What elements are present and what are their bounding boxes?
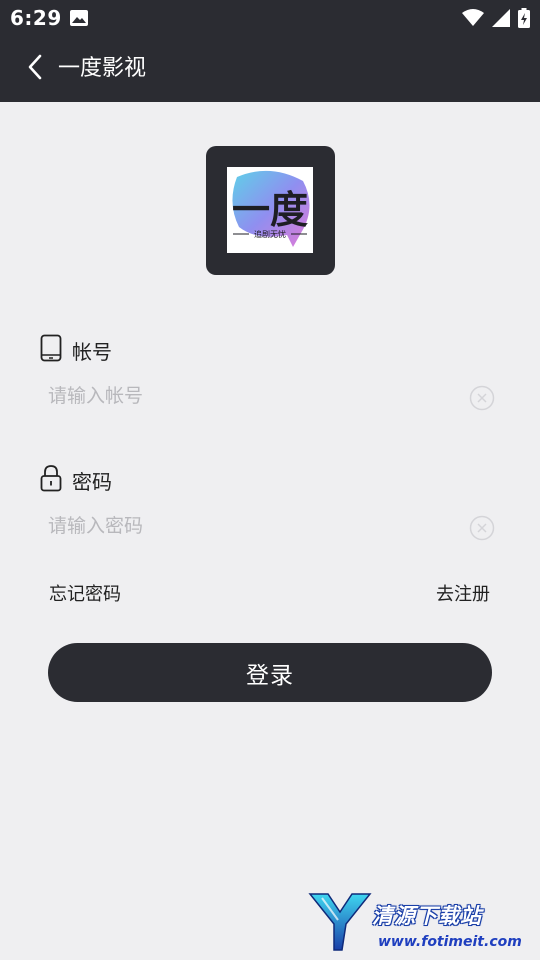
account-input[interactable] xyxy=(48,378,468,414)
status-time: 6:29 xyxy=(10,6,62,30)
phone-icon xyxy=(40,334,62,367)
signal-icon xyxy=(492,9,510,31)
logo-main-text: 一度 xyxy=(232,188,308,232)
logo-sub-text: 追剧无忧 xyxy=(254,229,286,239)
battery-icon xyxy=(518,8,530,32)
account-label-row: 帐号 xyxy=(40,334,112,367)
login-button[interactable]: 登录 xyxy=(48,643,492,702)
watermark-logo-icon xyxy=(308,890,372,956)
password-label: 密码 xyxy=(72,470,112,494)
app-logo: 一度 追剧无忧 xyxy=(206,146,335,275)
chevron-left-icon xyxy=(27,54,43,84)
app-bar: 一度影视 xyxy=(0,36,540,102)
register-link[interactable]: 去注册 xyxy=(436,580,490,606)
watermark-url: www.fotimeit.com xyxy=(378,934,522,950)
logo-image: 一度 追剧无忧 xyxy=(227,167,313,253)
page-title: 一度影视 xyxy=(58,56,147,81)
image-notification-icon xyxy=(70,10,88,30)
lock-icon xyxy=(40,464,62,497)
forgot-password-link[interactable]: 忘记密码 xyxy=(49,580,121,606)
account-label: 帐号 xyxy=(72,340,112,364)
watermark-text: 清源下载站 xyxy=(372,904,482,928)
clear-account-icon[interactable] xyxy=(469,385,495,411)
back-button[interactable] xyxy=(20,54,50,84)
clear-password-icon[interactable] xyxy=(469,515,495,541)
status-bar: 6:29 xyxy=(0,0,540,36)
password-input[interactable] xyxy=(48,508,468,544)
status-icons xyxy=(462,8,530,32)
login-button-label: 登录 xyxy=(246,662,294,689)
wifi-icon xyxy=(462,9,484,31)
watermark: 清源下载站 www.fotimeit.com xyxy=(306,888,522,956)
password-label-row: 密码 xyxy=(40,464,112,497)
